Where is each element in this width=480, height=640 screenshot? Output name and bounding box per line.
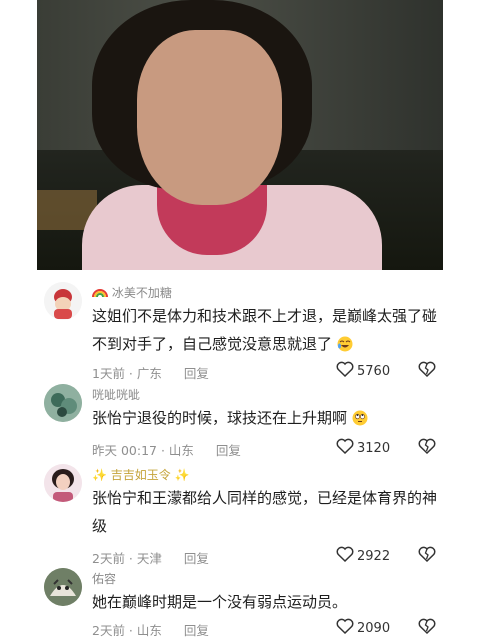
reply-button[interactable]: 回复: [216, 443, 241, 458]
comment-text: 这姐们不是体力和技术跟不上才退，是巅峰太强了碰不到对手了，自己感觉没意思就退了: [92, 307, 438, 353]
comment-time-location: 1天前 · 广东: [92, 366, 162, 381]
video-person-face: [137, 30, 282, 205]
heart-icon: [336, 546, 357, 566]
like-button[interactable]: 2922: [336, 546, 390, 566]
comment-username[interactable]: 冰美不加糖: [92, 284, 172, 301]
like-button[interactable]: 2090: [336, 618, 390, 638]
like-count: 3120: [357, 440, 391, 456]
comment-meta: 2天前 · 天津 回复: [92, 548, 209, 567]
comment-username[interactable]: 佑容: [92, 570, 116, 587]
reply-button[interactable]: 回复: [184, 366, 209, 381]
comment-meta: 昨天 00:17 · 山东 回复: [92, 440, 241, 459]
heart-icon: [336, 361, 357, 381]
comment-text: 她在巅峰时期是一个没有弱点运动员。: [92, 593, 348, 611]
comment-username[interactable]: 咣呲咣呲: [92, 386, 140, 403]
avatar[interactable]: [44, 464, 82, 502]
video-frame[interactable]: [0, 0, 480, 270]
reply-button[interactable]: 回复: [184, 551, 209, 566]
dislike-button[interactable]: [418, 546, 436, 566]
like-count: 2922: [357, 548, 391, 564]
comment-text: 张怡宁退役的时候，球技还在上升期啊: [92, 404, 440, 432]
like-button[interactable]: 3120: [336, 438, 390, 458]
reply-button[interactable]: 回复: [184, 623, 209, 638]
broken-heart-icon: [418, 438, 436, 458]
heart-icon: [336, 618, 357, 638]
video-image: [37, 0, 443, 270]
dislike-button[interactable]: [418, 618, 436, 638]
comment-meta: 2天前 · 山东 回复: [92, 620, 209, 639]
comment-username[interactable]: ✨ 吉吉如玉令 ✨: [92, 466, 190, 483]
rainbow-icon: [92, 286, 112, 300]
dislike-button[interactable]: [418, 361, 436, 381]
comment-time-location: 2天前 · 天津: [92, 551, 162, 566]
like-count: 2090: [357, 620, 391, 636]
like-button[interactable]: 5760: [336, 361, 390, 381]
heart-icon: [336, 438, 357, 458]
avatar[interactable]: [44, 568, 82, 606]
dislike-button[interactable]: [418, 438, 436, 458]
laugh-cry-emoji: [337, 333, 353, 352]
eye-roll-emoji: [352, 407, 368, 426]
avatar[interactable]: [44, 282, 82, 320]
broken-heart-icon: [418, 361, 436, 381]
comment-time-location: 昨天 00:17 · 山东: [92, 443, 194, 458]
broken-heart-icon: [418, 618, 436, 638]
comment-time-location: 2天前 · 山东: [92, 623, 162, 638]
avatar[interactable]: [44, 384, 82, 422]
comment-meta: 1天前 · 广东 回复: [92, 363, 209, 382]
like-count: 5760: [357, 363, 391, 379]
broken-heart-icon: [418, 546, 436, 566]
comment-text: 张怡宁和王濛都给人同样的感觉，已经是体育界的神级: [92, 489, 438, 535]
